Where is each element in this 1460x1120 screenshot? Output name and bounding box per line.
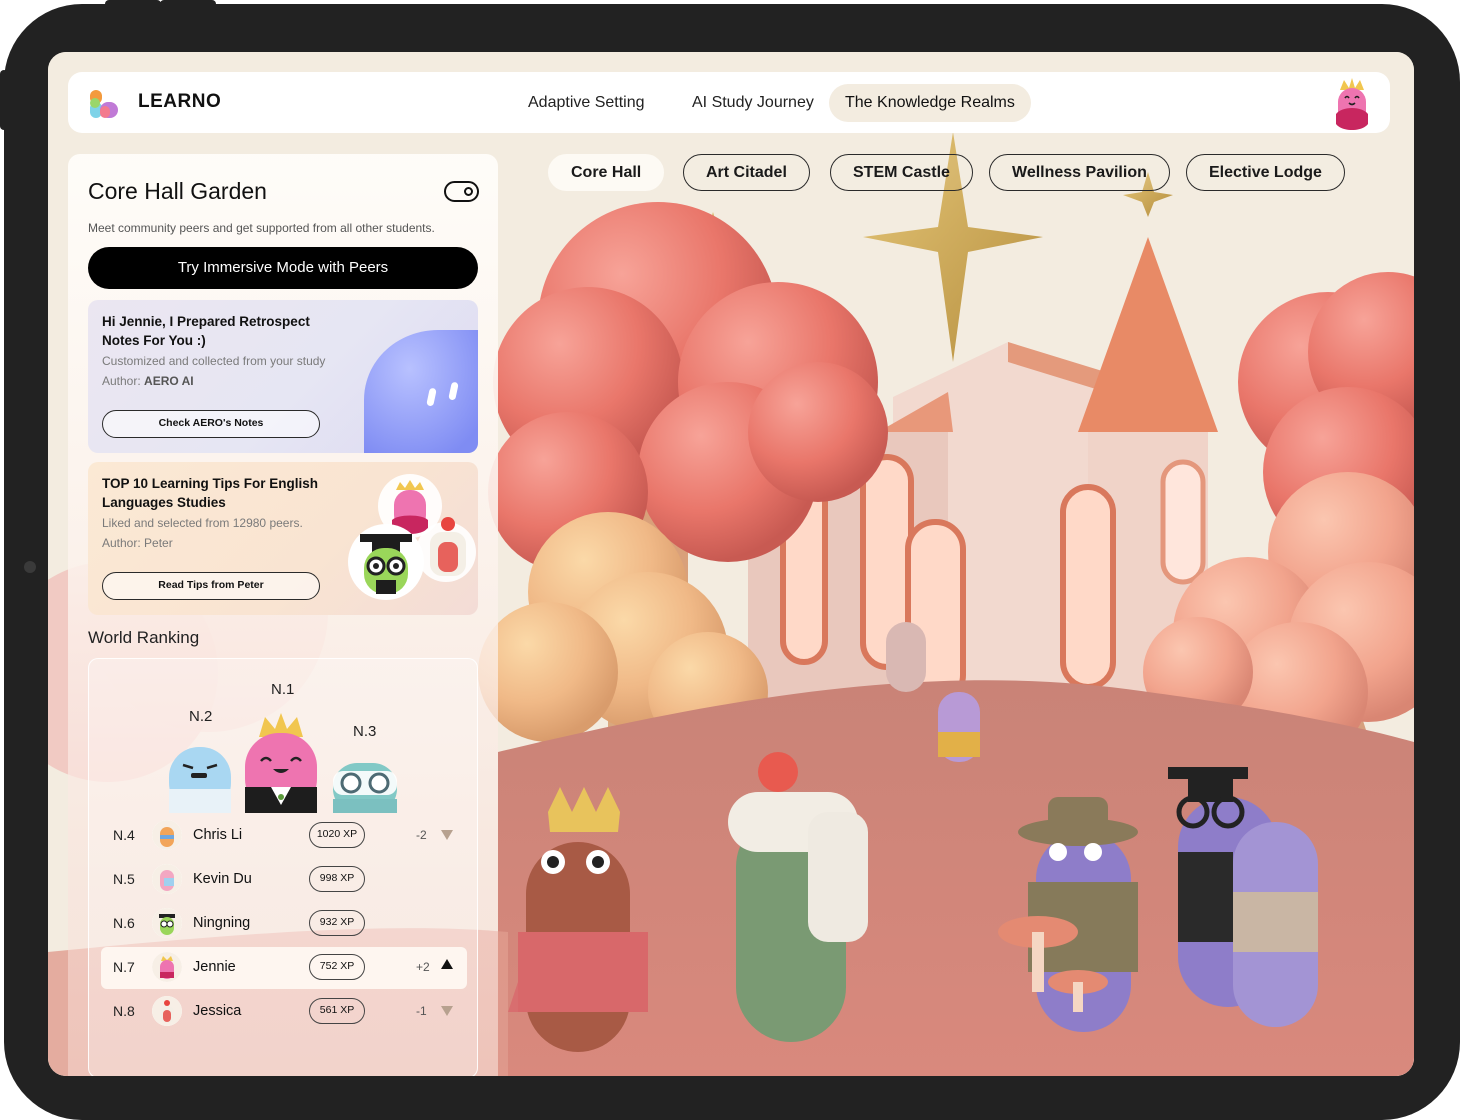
tab-stem-castle[interactable]: STEM Castle [830,154,973,191]
nav-knowledge-realms[interactable]: The Knowledge Realms [829,84,1031,122]
camera-dot [24,561,36,573]
tablet-side-button [0,70,8,130]
ranking-row[interactable]: N.5 Kevin Du 998 XP [101,859,467,901]
card-author: Author: Peter [102,536,173,550]
triangle-down-icon [441,830,453,840]
xp-badge: 932 XP [309,910,365,936]
read-tips-button[interactable]: Read Tips from Peter [102,572,320,600]
tab-wellness-pavilion[interactable]: Wellness Pavilion [989,154,1170,191]
world-ranking-list: N.1 N.2 N.3 N.4 Chris Li 1020 XP -2 N.5 … [88,658,478,1076]
rank-avatar [152,908,182,938]
user-avatar[interactable] [1332,76,1372,132]
author-name: Peter [144,536,173,550]
ranking-row-current-user[interactable]: N.7 Jennie 752 XP +2 [101,947,467,989]
tab-core-hall[interactable]: Core Hall [548,154,665,191]
nav-adaptive-setting[interactable]: Adaptive Setting [512,84,661,122]
top-navbar: LEARNO Adaptive Setting AI Study Journey… [68,72,1390,133]
xp-badge: 561 XP [309,998,365,1024]
aero-ai-mascot [364,330,478,453]
rank-number: N.6 [113,915,135,931]
toggle-knob [464,187,473,196]
triangle-down-icon [441,1006,453,1016]
panel-subtitle: Meet community peers and get supported f… [88,221,435,235]
rank-avatar [152,952,182,982]
tab-art-citadel[interactable]: Art Citadel [683,154,810,191]
learning-tips-card: TOP 10 Learning Tips For English Languag… [88,462,478,615]
rank-number: N.7 [113,959,135,975]
rank-name: Kevin Du [193,871,252,887]
realm-side-panel: Core Hall Garden Meet community peers an… [68,154,498,1076]
tablet-button [105,0,161,8]
rank-number: N.8 [113,1003,135,1019]
rank-avatar [152,820,182,850]
screen: LEARNO Adaptive Setting AI Study Journey… [48,52,1414,1076]
rank-name: Jessica [193,1003,242,1019]
rank-number: N.4 [113,827,135,843]
xp-badge: 1020 XP [309,822,365,848]
rank-number: N.5 [113,871,135,887]
peer-avatars-illustration [348,474,476,600]
ranking-title: World Ranking [88,628,200,647]
card-author: Author: AERO AI [102,374,194,388]
ranking-row[interactable]: N.8 Jessica 561 XP -1 [101,991,467,1033]
card-description: Liked and selected from 12980 peers. [102,516,303,530]
check-notes-button[interactable]: Check AERO's Notes [102,410,320,438]
panel-title: Core Hall Garden [88,178,267,204]
ranking-row[interactable]: N.4 Chris Li 1020 XP -2 [101,815,467,857]
brand-name: LEARNO [138,91,222,112]
rank-change: -1 [416,1004,427,1018]
rank-change: +2 [416,960,430,974]
card-title: TOP 10 Learning Tips For English Languag… [102,476,319,510]
triangle-up-icon [441,959,453,969]
card-description: Customized and collected from your study [102,354,326,368]
immersive-mode-button[interactable]: Try Immersive Mode with Peers [88,247,478,289]
toggle-icon[interactable] [444,181,479,202]
podium-avatars [169,713,397,813]
nav-ai-study-journey[interactable]: AI Study Journey [676,84,830,122]
xp-badge: 998 XP [309,866,365,892]
tablet-button [160,0,216,8]
rank-change: -2 [416,828,427,842]
ranking-row[interactable]: N.6 Ningning 932 XP [101,903,467,945]
card-title: Hi Jennie, I Prepared Retrospect Notes F… [102,314,310,348]
rank-avatar [152,864,182,894]
retrospect-notes-card: Hi Jennie, I Prepared Retrospect Notes F… [88,300,478,453]
author-name: AERO AI [144,374,194,388]
rank-avatar [152,996,182,1026]
podium-rank-label: N.1 [271,681,295,698]
rank-name: Chris Li [193,827,243,843]
learno-logo-icon[interactable] [88,88,120,120]
tab-elective-lodge[interactable]: Elective Lodge [1186,154,1345,191]
rank-name: Ningning [193,915,251,931]
author-prefix: Author: [102,374,145,388]
xp-badge: 752 XP [309,954,365,980]
rank-name: Jennie [193,959,236,975]
author-prefix: Author: [102,536,145,550]
